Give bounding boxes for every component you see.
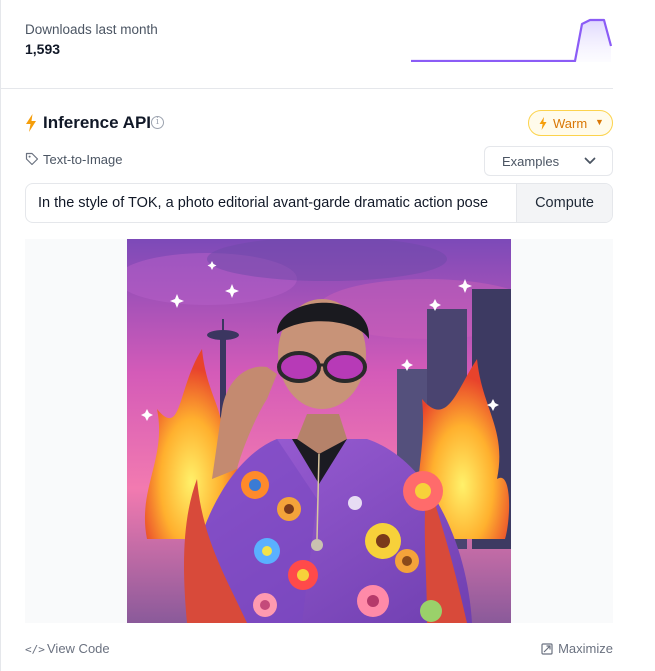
- generated-image[interactable]: [127, 239, 511, 623]
- downloads-section: Downloads last month 1,593: [25, 18, 613, 68]
- maximize-icon: [541, 643, 553, 655]
- inference-api-header: Inference API i Warm ▼: [25, 110, 613, 138]
- chevron-down-icon: [584, 157, 596, 164]
- info-icon[interactable]: i: [151, 116, 164, 129]
- chevron-down-icon: ▼: [595, 117, 604, 127]
- maximize-button[interactable]: Maximize: [558, 641, 613, 656]
- inference-api-title: Inference API: [43, 113, 152, 132]
- code-icon: </>: [25, 643, 45, 656]
- task-row: Text-to-Image Examples: [25, 146, 613, 176]
- warm-status-label: Warm: [553, 116, 588, 131]
- view-code-link[interactable]: View Code: [47, 641, 110, 656]
- section-divider: [0, 88, 613, 89]
- downloads-label: Downloads last month: [25, 22, 158, 37]
- prompt-input[interactable]: [26, 184, 517, 222]
- downloads-count: 1,593: [25, 41, 61, 57]
- panel-left-border: [0, 0, 1, 671]
- compute-button[interactable]: Compute: [516, 184, 612, 222]
- task-type-label: Text-to-Image: [43, 152, 123, 167]
- downloads-sparkline: [411, 18, 613, 62]
- lightning-bolt-icon: [539, 117, 547, 130]
- examples-dropdown[interactable]: Examples: [484, 146, 613, 176]
- warm-status-badge[interactable]: Warm ▼: [528, 110, 613, 136]
- footer: </> View Code Maximize: [25, 640, 613, 660]
- output-panel: [25, 239, 613, 623]
- lightning-bolt-icon: [26, 114, 36, 132]
- tag-icon: [25, 152, 39, 166]
- prompt-row: Compute: [25, 183, 613, 223]
- examples-label: Examples: [502, 154, 560, 169]
